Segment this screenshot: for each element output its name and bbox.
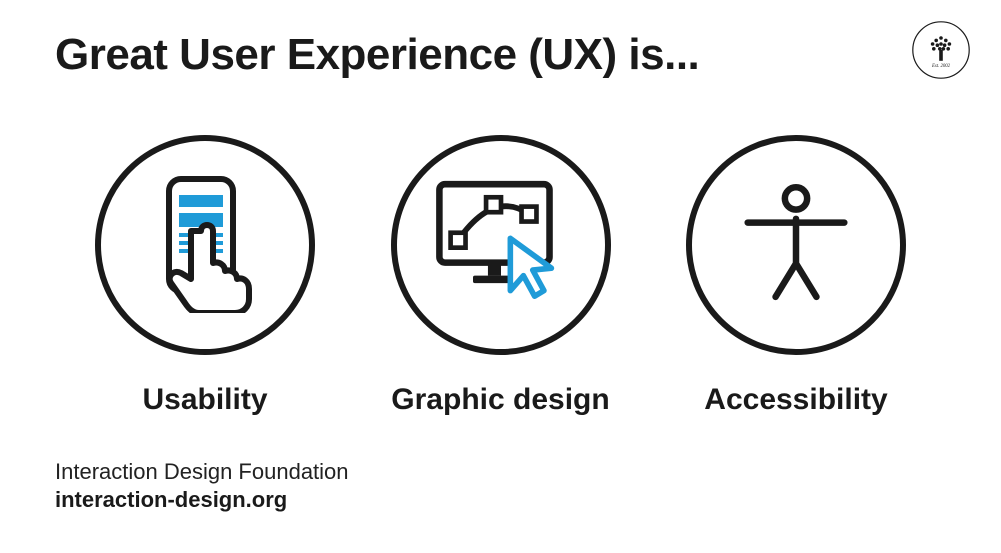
item-accessibility: Accessibility [666, 135, 926, 417]
org-logo-icon: Est. 2002 [911, 20, 971, 80]
footer-url: interaction-design.org [55, 487, 349, 513]
touch-phone-icon [135, 173, 275, 318]
footer-org: Interaction Design Foundation [55, 459, 349, 485]
item-usability: Usability [75, 135, 335, 417]
item-circle [95, 135, 315, 355]
item-label: Usability [142, 383, 267, 417]
slide-title: Great User Experience (UX) is... [55, 30, 946, 80]
vector-cursor-icon [426, 173, 576, 318]
person-outline-icon [731, 178, 861, 313]
item-label: Accessibility [704, 383, 887, 417]
slide-footer: Interaction Design Foundation interactio… [55, 459, 349, 513]
item-circle [391, 135, 611, 355]
items-row: Usability [55, 135, 946, 417]
item-graphic-design: Graphic design [371, 135, 631, 417]
svg-text:Est. 2002: Est. 2002 [931, 64, 951, 69]
item-circle [686, 135, 906, 355]
slide: Great User Experience (UX) is... Est. 20… [0, 0, 1001, 553]
item-label: Graphic design [391, 383, 609, 417]
